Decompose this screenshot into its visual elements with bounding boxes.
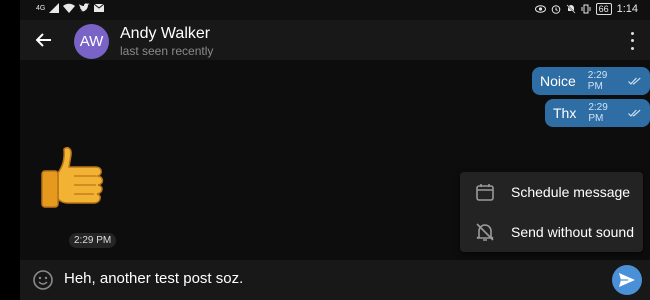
wifi-icon [63, 3, 76, 13]
bell-off-icon [476, 223, 494, 241]
send-button[interactable] [612, 265, 642, 295]
mute-icon [566, 4, 576, 14]
message-bubble[interactable]: Noice 2:29 PM [532, 67, 650, 95]
eye-icon [534, 5, 546, 13]
message-time: 2:29 PM [588, 102, 608, 124]
message-text: Noice [540, 73, 576, 89]
calendar-icon [476, 184, 494, 201]
sticker-time: 2:29 PM [69, 233, 117, 248]
chat-header: AW Andy Walker last seen recently [20, 20, 650, 60]
emoji-icon[interactable] [32, 269, 54, 291]
network-label: 4G [36, 4, 46, 12]
signal-icon [49, 3, 60, 13]
clock: 1:14 [616, 3, 638, 15]
chat-screen: 4G 66 1:14 AW Andy Walker last seen rece… [20, 0, 650, 300]
back-button[interactable] [32, 28, 56, 52]
more-options-button[interactable] [626, 30, 638, 52]
send-without-sound-item[interactable]: Send without sound [460, 212, 643, 252]
status-bar: 4G 66 1:14 [20, 0, 650, 20]
status-right: 66 1:14 [534, 3, 638, 15]
alarm-icon [551, 5, 560, 14]
contact-name[interactable]: Andy Walker [120, 25, 210, 43]
send-icon [619, 273, 635, 287]
message-bubble[interactable]: Thx 2:29 PM [545, 99, 650, 127]
double-check-icon [628, 109, 641, 117]
battery-level: 66 [595, 3, 612, 15]
double-check-icon [628, 77, 641, 85]
mail-icon [94, 4, 105, 12]
schedule-message-item[interactable]: Schedule message [460, 172, 643, 212]
send-without-sound-label: Send without sound [511, 224, 634, 240]
message-composer: Heh, another test post soz. [20, 260, 650, 300]
arrow-left-icon [36, 33, 51, 47]
thumbs-up-sticker[interactable] [34, 143, 114, 223]
twitter-icon [79, 3, 91, 12]
more-dot [630, 32, 634, 36]
send-options-menu: Schedule message Send without sound [460, 172, 643, 252]
schedule-message-label: Schedule message [511, 184, 631, 200]
message-input[interactable]: Heh, another test post soz. [64, 270, 243, 287]
vibrate-icon [581, 4, 591, 14]
contact-status: last seen recently [120, 44, 214, 58]
more-dot [630, 46, 634, 50]
more-dot [630, 39, 634, 43]
avatar[interactable]: AW [74, 24, 109, 59]
message-text: Thx [553, 105, 577, 121]
message-time: 2:29 PM [587, 70, 608, 92]
status-left: 4G [36, 3, 105, 13]
